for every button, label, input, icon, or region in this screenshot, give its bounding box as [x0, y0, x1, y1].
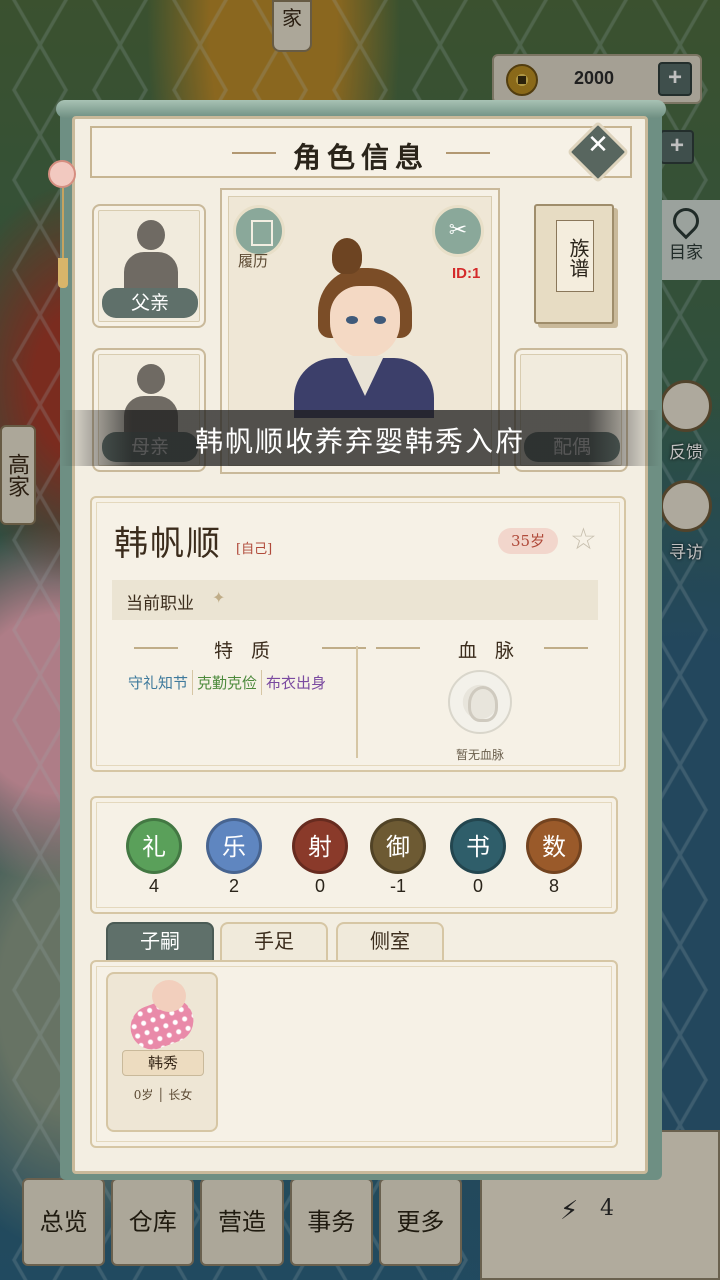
father-silhouette — [124, 220, 178, 296]
tab-children[interactable]: 子嗣 — [106, 922, 214, 960]
no-bloodline-text: 暂无血脉 — [456, 748, 505, 762]
occupation-ornament-icon: ✦ — [212, 588, 226, 607]
skill-value: 8 — [548, 876, 559, 896]
skill-icon[interactable]: 书 — [450, 818, 506, 874]
event-banner-text: 韩帆顺收养弃婴韩秀入府 — [194, 425, 525, 458]
traits-title: 特 质 — [214, 640, 277, 662]
bloodline-title: 血 脉 — [458, 640, 521, 662]
skill-value: 2 — [228, 876, 239, 896]
father-card[interactable]: 父亲 — [92, 204, 206, 328]
character-id: ID:1 — [452, 265, 481, 282]
skill-value: 0 — [472, 876, 483, 896]
age-badge: 35岁 — [498, 528, 558, 554]
close-icon: ✕ — [587, 130, 609, 160]
resume-label: 履历 — [238, 252, 269, 270]
skill-icon[interactable]: 射 — [292, 818, 348, 874]
skill-icon[interactable]: 数 — [526, 818, 582, 874]
child-meta: 0岁 │ 长女 — [133, 1088, 193, 1102]
occupation-label: 当前职业 — [126, 594, 194, 614]
tab-siblings[interactable]: 手足 — [220, 922, 328, 960]
skill-icon[interactable]: 乐 — [206, 818, 262, 874]
trait-tag[interactable]: 克勤克俭 — [193, 670, 263, 695]
tab-concubines[interactable]: 侧室 — [336, 922, 444, 960]
skill-value: 0 — [314, 876, 325, 896]
child-rank: 长女 — [168, 1088, 193, 1102]
panel-title: 角色信息 — [292, 141, 429, 174]
skill-icon[interactable]: 礼 — [126, 818, 182, 874]
self-tag: [自己] — [236, 542, 273, 557]
baby-portrait — [124, 978, 200, 1056]
section-divider — [356, 646, 358, 758]
event-banner: 韩帆顺收养弃婴韩秀入府 — [60, 410, 660, 466]
skill-icon[interactable]: 御 — [370, 818, 426, 874]
flower-icon — [48, 160, 76, 188]
traits-list: 守礼知节 克勤克俭 布衣出身 — [124, 670, 330, 695]
phoenix-bloodline-icon — [448, 670, 512, 734]
trait-tag[interactable]: 布衣出身 — [262, 670, 330, 695]
trait-tag[interactable]: 守礼知节 — [124, 670, 194, 695]
genealogy-book-button[interactable]: 族谱 — [534, 204, 614, 324]
favorite-star-icon[interactable]: ☆ — [570, 522, 597, 557]
occupation-row[interactable]: 当前职业 ✦ — [112, 580, 598, 620]
character-portrait — [290, 238, 438, 418]
child-name: 韩秀 — [122, 1050, 204, 1076]
skill-value: -1 — [389, 876, 406, 896]
child-age: 0岁 — [133, 1088, 154, 1102]
skill-value: 4 — [148, 876, 159, 896]
panel-title-bar: 角色信息 — [90, 126, 632, 178]
tassel-decoration — [48, 160, 78, 290]
scissors-button[interactable]: ✂ — [432, 205, 484, 257]
character-name: 韩帆顺 — [114, 524, 222, 564]
genealogy-label: 族谱 — [556, 220, 594, 292]
father-label: 父亲 — [102, 288, 198, 318]
